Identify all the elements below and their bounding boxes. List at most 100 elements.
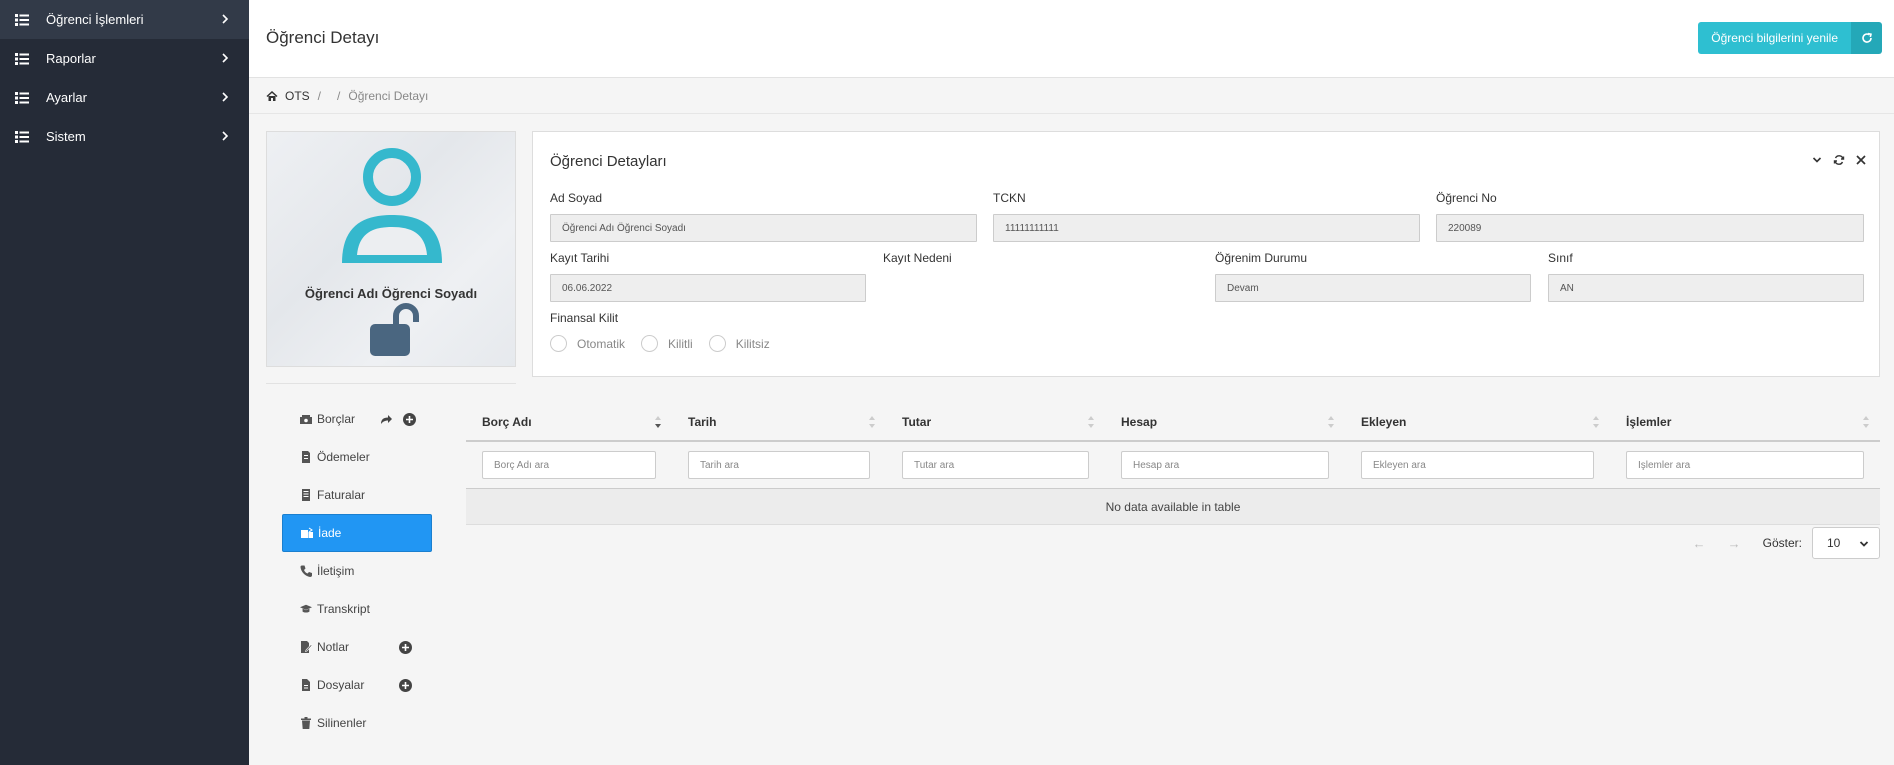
radio-circle[interactable] — [550, 335, 567, 352]
page-title: Öğrenci Detayı — [266, 28, 380, 47]
add-circle-icon[interactable] — [399, 679, 412, 692]
page-size-label: Göster: — [1762, 536, 1802, 550]
finansal-kilit-radio-group: Otomatik Kilitli Kilitsiz — [550, 335, 786, 352]
radio-label: Kilitli — [668, 336, 693, 351]
radio-circle[interactable] — [708, 335, 726, 352]
sidebar-item-ogrenci-islemleri[interactable]: Öğrenci İşlemleri — [0, 0, 249, 39]
sort-icon — [869, 416, 875, 428]
table-filter-row — [466, 442, 1880, 489]
table-header-row: Borç Adı Tarih Tutar Hesap Ekleyen İşlem… — [466, 404, 1880, 442]
column-header-islemler[interactable]: İşlemler — [1610, 404, 1880, 440]
nav-label: Faturalar — [317, 488, 366, 502]
column-header-label: Borç Adı — [482, 415, 532, 429]
prev-page-button[interactable]: ← — [1693, 536, 1706, 551]
kayit-tarihi-field[interactable]: 06.06.2022 — [550, 274, 866, 302]
sidebar-item-sistem[interactable]: Sistem — [0, 117, 249, 156]
nav-label: Ödemeler — [317, 450, 370, 464]
column-header-hesap[interactable]: Hesap — [1105, 404, 1345, 440]
sort-icon — [1088, 416, 1094, 428]
table-empty-message: No data available in table — [466, 489, 1880, 525]
ad-soyad-field[interactable]: Öğrenci Adı Öğrenci Soyadı — [550, 214, 977, 242]
refresh-student-button[interactable]: Öğrenci bilgilerini yenile — [1698, 22, 1882, 54]
nav-label: İletişim — [317, 564, 355, 578]
nav-faturalar[interactable]: Faturalar — [282, 476, 432, 514]
column-header-label: Tutar — [902, 415, 932, 429]
nav-odemeler[interactable]: Ödemeler — [282, 438, 432, 476]
nav-transkript[interactable]: Transkript — [282, 590, 432, 628]
nav-iletisim[interactable]: İletişim — [282, 552, 432, 590]
reload-icon[interactable] — [1833, 154, 1845, 166]
chevron-right-icon — [222, 92, 229, 102]
column-header-label: Tarih — [688, 415, 717, 429]
chevron-right-icon — [222, 131, 229, 141]
column-header-borc-adi[interactable]: Borç Adı — [466, 404, 672, 440]
radio-label: Otomatik — [577, 336, 626, 351]
list-icon — [15, 130, 29, 143]
collapse-chevron-icon[interactable] — [1811, 154, 1823, 166]
ogrenci-no-label: Öğrenci No — [1436, 191, 1497, 205]
ogrenci-no-field[interactable]: 220089 — [1436, 214, 1864, 242]
sidebar-item-raporlar[interactable]: Raporlar — [0, 39, 249, 78]
file-icon — [302, 679, 310, 691]
sort-icon — [1863, 416, 1869, 428]
sinif-field[interactable]: AN — [1548, 274, 1864, 302]
unlock-icon — [370, 303, 419, 356]
list-icon — [15, 13, 29, 26]
ad-soyad-label: Ad Soyad — [550, 191, 603, 205]
breadcrumb-root[interactable]: OTS — [285, 89, 310, 103]
profile-name: Öğrenci Adı Öğrenci Soyadı — [304, 286, 478, 301]
sidebar-item-label: Raporlar — [46, 51, 96, 66]
ogrenim-durumu-field[interactable]: Devam — [1215, 274, 1531, 302]
tckn-field[interactable]: 11111111111 — [993, 214, 1420, 242]
radio-circle[interactable] — [641, 335, 659, 352]
breadcrumb-separator: / — [317, 89, 322, 103]
profile-card: Öğrenci Adı Öğrenci Soyadı — [266, 131, 516, 367]
filter-borc-adi-input[interactable] — [482, 451, 656, 479]
nav-label: Transkript — [317, 602, 370, 616]
page-size-select[interactable]: 10 — [1812, 527, 1880, 559]
radio-kilitli[interactable]: Kilitli — [641, 335, 693, 352]
receipt-icon — [302, 451, 310, 463]
kayit-tarihi-label: Kayıt Tarihi — [550, 251, 610, 265]
nav-extra-actions — [399, 641, 412, 654]
column-header-tarih[interactable]: Tarih — [672, 404, 886, 440]
list-icon — [15, 91, 29, 104]
user-avatar-icon — [342, 148, 442, 263]
money-icon — [300, 415, 312, 424]
ogrenim-durumu-label: Öğrenim Durumu — [1215, 251, 1308, 265]
sinif-label: Sınıf — [1548, 251, 1573, 265]
column-header-tutar[interactable]: Tutar — [886, 404, 1105, 440]
nav-silinenler[interactable]: Silinenler — [282, 704, 432, 742]
add-circle-icon[interactable] — [399, 641, 412, 654]
home-icon — [266, 90, 278, 101]
nav-iade[interactable]: İade — [282, 514, 432, 552]
trash-icon — [301, 717, 311, 729]
next-page-button[interactable]: → — [1728, 536, 1741, 551]
radio-kilitsiz[interactable]: Kilitsiz — [708, 335, 770, 352]
nav-dosyalar[interactable]: Dosyalar — [282, 666, 432, 704]
page-header: Öğrenci Detayı Öğrenci bilgilerini yenil… — [249, 0, 1894, 78]
add-circle-icon[interactable] — [403, 413, 416, 426]
nav-notlar[interactable]: Notlar — [282, 628, 432, 666]
sidebar-item-label: Sistem — [46, 129, 86, 144]
filter-tutar-input[interactable] — [902, 451, 1089, 479]
sidebar: Öğrenci İşlemleri Raporlar Ayarlar Siste… — [0, 0, 249, 765]
radio-otomatik[interactable]: Otomatik — [550, 335, 625, 352]
share-icon[interactable] — [380, 413, 393, 426]
kayit-nedeni-label: Kayıt Nedeni — [883, 251, 952, 265]
column-header-ekleyen[interactable]: Ekleyen — [1345, 404, 1610, 440]
phone-icon — [300, 565, 312, 577]
sidebar-item-ayarlar[interactable]: Ayarlar — [0, 78, 249, 117]
breadcrumb: OTS / / Öğrenci Detayı — [249, 79, 1894, 114]
radio-label: Kilitsiz — [735, 336, 770, 351]
sort-icon — [1328, 416, 1334, 428]
filter-hesap-input[interactable] — [1121, 451, 1329, 479]
close-icon[interactable] — [1855, 154, 1867, 166]
filter-tarih-input[interactable] — [688, 451, 870, 479]
nav-label: Notlar — [317, 640, 350, 654]
filter-ekleyen-input[interactable] — [1361, 451, 1594, 479]
nav-label: Silinenler — [317, 716, 367, 730]
filter-islemler-input[interactable] — [1626, 451, 1864, 479]
nav-borclar[interactable]: Borçlar — [282, 400, 432, 438]
sidebar-item-label: Ayarlar — [46, 90, 87, 105]
